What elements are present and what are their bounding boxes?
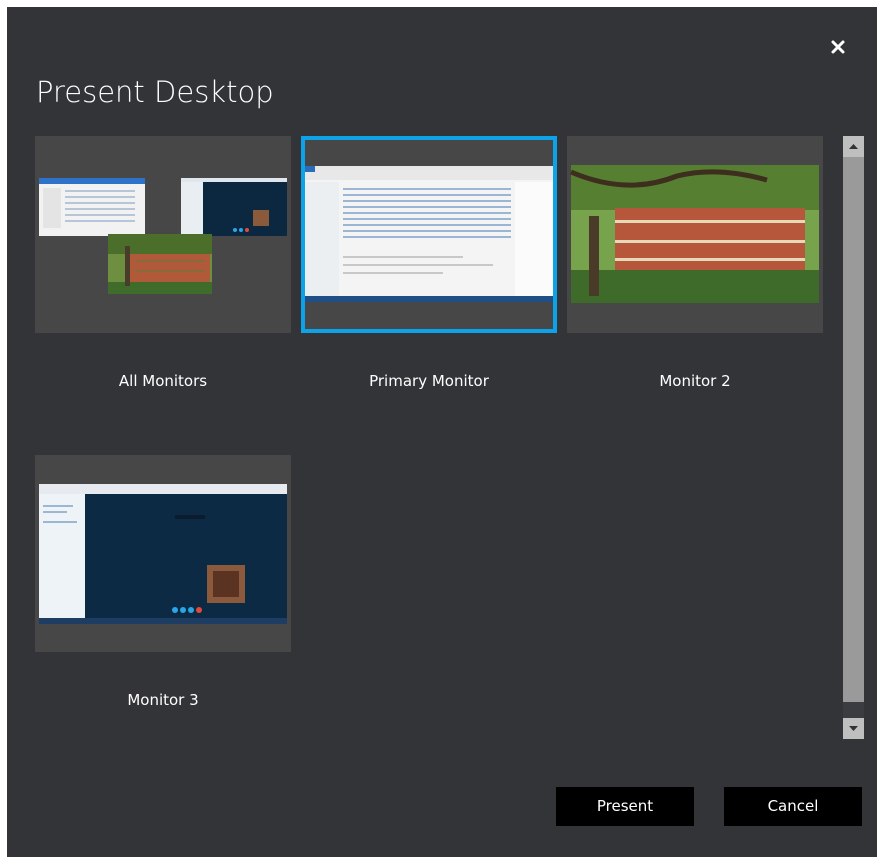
tile-primary-monitor[interactable] [301,136,557,333]
scrollbar-thumb[interactable] [843,157,864,702]
present-desktop-dialog: Present Desktop All Monitors Primary Mon… [7,7,877,857]
scroll-down-button[interactable] [843,718,864,739]
primary-monitor-thumbnail [305,166,553,302]
tile-all-monitors[interactable] [35,136,291,333]
dialog-title: Present Desktop [36,75,274,109]
chevron-up-icon [849,144,858,149]
tile-label-all-monitors: All Monitors [118,372,208,390]
tile-label-monitor-2: Monitor 2 [659,372,731,390]
tile-monitor-2[interactable] [567,136,823,333]
present-button[interactable]: Present [556,787,694,826]
chevron-down-icon [849,726,858,731]
cancel-button[interactable]: Cancel [724,787,862,826]
all-monitors-thumbnail [39,178,287,294]
tile-label-primary-monitor: Primary Monitor [369,372,489,390]
close-icon[interactable] [829,38,847,56]
scroll-up-button[interactable] [843,136,864,157]
vertical-scrollbar[interactable] [843,136,864,739]
monitor-2-thumbnail [570,165,819,303]
tile-monitor-3[interactable] [35,455,291,652]
tile-label-monitor-3: Monitor 3 [127,691,199,709]
monitor-3-thumbnail [39,484,287,624]
